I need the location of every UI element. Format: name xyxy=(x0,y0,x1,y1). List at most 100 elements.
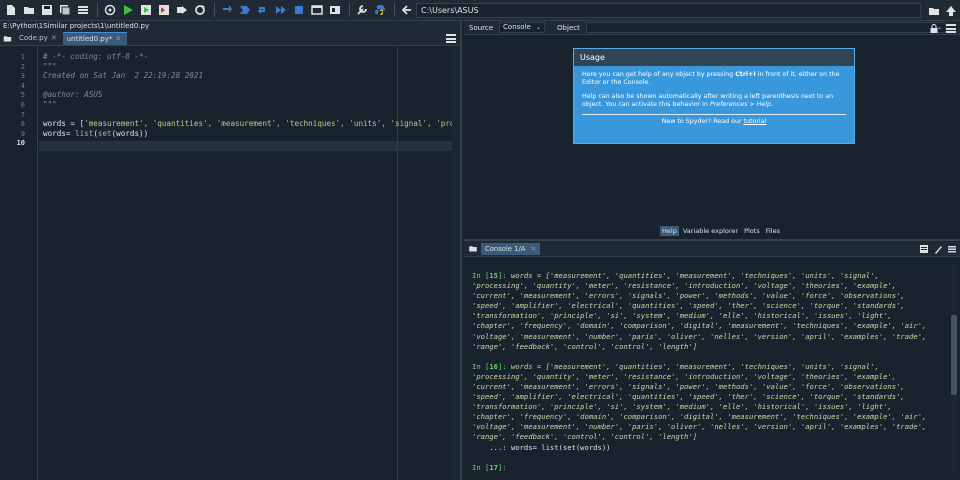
editor-file-path: E:\Python\1Similar projects\1\untitled0.… xyxy=(0,21,460,32)
console-line: 'current', 'measurement', 'errors', 'sig… xyxy=(472,291,905,301)
tab-variable-explorer[interactable]: Variable explorer xyxy=(681,226,740,236)
usage-text: . xyxy=(770,101,773,108)
console-pane: Console 1/A ✕ In [15]: words = ['measurem… xyxy=(464,239,960,480)
prompt-number: 15 xyxy=(489,271,498,280)
run-cell-advance-icon[interactable] xyxy=(156,3,171,18)
console-block: In [15]: words = ['measurement', 'quanti… xyxy=(472,271,948,352)
console-line: 'speed', 'amplifier', 'electrical', 'qua… xyxy=(472,392,905,402)
python-icon[interactable] xyxy=(372,3,387,18)
stop-icon[interactable] xyxy=(291,3,306,18)
console-line: 'voltage', 'measurement', 'number', 'par… xyxy=(472,331,927,341)
tab-untitled0-py[interactable]: untitled0.py* ✕ xyxy=(62,32,128,46)
parent-directory-icon[interactable] xyxy=(943,3,958,18)
chevron-down-icon: ⌄ xyxy=(536,24,542,31)
run-cell-icon[interactable] xyxy=(138,3,153,18)
line-number: 9 xyxy=(20,129,25,138)
list-icon[interactable] xyxy=(75,3,90,18)
toolbar-divider xyxy=(97,3,98,17)
re-run-icon[interactable] xyxy=(192,3,207,18)
editor-scrollbar[interactable] xyxy=(452,47,460,480)
tab-code-py[interactable]: Code.py ✕ xyxy=(15,32,63,45)
line-number: 1 xyxy=(20,53,25,61)
console-line: 'range', 'feedback', 'control', 'control… xyxy=(472,341,698,351)
code-line: """ xyxy=(43,100,57,109)
tab-plots[interactable]: Plots xyxy=(742,226,762,236)
usage-paragraph: Help can also be shown automatically aft… xyxy=(582,93,846,109)
hamburger-menu-icon[interactable] xyxy=(947,244,957,254)
save-icon[interactable] xyxy=(39,3,54,18)
close-icon[interactable]: ✕ xyxy=(115,33,121,46)
code-line: # -*- coding: utf-8 -*- xyxy=(43,52,149,61)
tab-console[interactable]: Console 1/A ✕ xyxy=(481,242,541,255)
code-token: words= xyxy=(43,128,76,138)
stop-kernel-icon[interactable] xyxy=(919,244,929,254)
line-number: 6 xyxy=(20,101,25,109)
working-directory-input[interactable]: C:\Users\ASUS xyxy=(416,3,921,18)
debug-continue-icon[interactable] xyxy=(273,3,288,18)
tab-help[interactable]: Help xyxy=(660,226,679,236)
prompt-number: 16 xyxy=(489,361,498,371)
debug-step-icon[interactable] xyxy=(219,3,234,18)
console-block: In [17]: xyxy=(472,463,948,473)
code-line: words = ['measurement', 'quantities', 'm… xyxy=(43,119,459,129)
wrench-icon[interactable] xyxy=(354,3,369,18)
tab-files[interactable]: Files xyxy=(764,226,782,236)
hamburger-menu-icon[interactable] xyxy=(946,24,956,33)
close-icon[interactable]: ✕ xyxy=(530,245,536,253)
console-line: 'voltage', 'measurement', 'number', 'par… xyxy=(472,422,927,432)
run-selection-icon[interactable] xyxy=(174,3,189,18)
prompt-in: In [ xyxy=(472,462,490,472)
code-builtin: list xyxy=(75,128,94,138)
code-line: @author: ASUS xyxy=(43,90,103,100)
code-token: words = [ xyxy=(43,119,85,129)
browse-folder-icon[interactable] xyxy=(926,3,941,18)
console-line: 'chapter', 'frequency', 'domain', 'compa… xyxy=(472,321,927,331)
prompt: In [15]: xyxy=(472,271,507,280)
toolbar-divider xyxy=(394,3,395,17)
object-label: Object xyxy=(557,23,580,32)
scrollbar-thumb[interactable] xyxy=(951,315,957,395)
prompt: In [16]: xyxy=(472,362,507,371)
console-scrollbar[interactable] xyxy=(951,265,957,475)
run-icon[interactable] xyxy=(120,3,135,18)
console-output[interactable]: In [15]: words = ['measurement', 'quanti… xyxy=(472,271,948,480)
debug-return-icon[interactable] xyxy=(255,3,270,18)
console-line: 'speed', 'amplifier', 'electrical', 'qua… xyxy=(472,301,905,311)
folder-icon[interactable] xyxy=(468,244,478,253)
maximize-icon[interactable] xyxy=(309,3,324,18)
clear-console-icon[interactable] xyxy=(933,244,943,254)
lock-icon[interactable] xyxy=(930,24,938,33)
console-line: words = ['measurement', 'quantities', 'm… xyxy=(506,361,879,371)
usage-body: Here you can get help of any object by p… xyxy=(574,66,854,131)
tutorial-link[interactable]: tutorial xyxy=(744,118,767,125)
debug-into-icon[interactable] xyxy=(237,3,252,18)
code-editor[interactable]: 1 2 3 4 5 6 7 8 9 10 # -*- coding: utf-8… xyxy=(0,47,460,480)
source-value: Console xyxy=(503,23,531,31)
close-icon[interactable]: ✕ xyxy=(51,32,57,45)
prompt-close: ]: xyxy=(497,361,507,371)
at-icon[interactable] xyxy=(102,3,117,18)
tab-browse-icon[interactable] xyxy=(0,32,15,45)
back-arrow-icon[interactable] xyxy=(399,3,414,18)
new-file-icon[interactable] xyxy=(3,3,18,18)
open-file-icon[interactable] xyxy=(21,3,36,18)
usage-paragraph: Here you can get help of any object by p… xyxy=(582,71,846,87)
code-builtin: set xyxy=(97,128,112,138)
console-block: In [16]: words = ['measurement', 'quanti… xyxy=(472,362,948,453)
object-input[interactable]: ⌄ xyxy=(585,22,946,33)
save-all-icon[interactable] xyxy=(57,3,72,18)
console-tab-label: Console 1/A xyxy=(485,244,526,253)
console-toolbar-icons xyxy=(915,244,957,254)
code-line: words= list(set(words)) xyxy=(43,129,148,139)
preferences-icon[interactable] xyxy=(327,3,342,18)
editor-pane: E:\Python\1Similar projects\1\untitled0.… xyxy=(0,21,462,480)
line-number: 7 xyxy=(20,110,25,119)
console-line: words = ['measurement', 'quantities', 'm… xyxy=(506,271,879,280)
console-line: 'chapter', 'frequency', 'domain', 'compa… xyxy=(472,412,927,422)
line-number: 2 xyxy=(20,62,25,71)
current-line-highlight xyxy=(39,141,452,151)
hamburger-menu-icon[interactable] xyxy=(446,34,456,43)
console-line: 'current', 'measurement', 'errors', 'sig… xyxy=(472,381,905,391)
toolbar-divider xyxy=(214,3,215,17)
source-select[interactable]: Console ⌄ xyxy=(499,22,546,33)
